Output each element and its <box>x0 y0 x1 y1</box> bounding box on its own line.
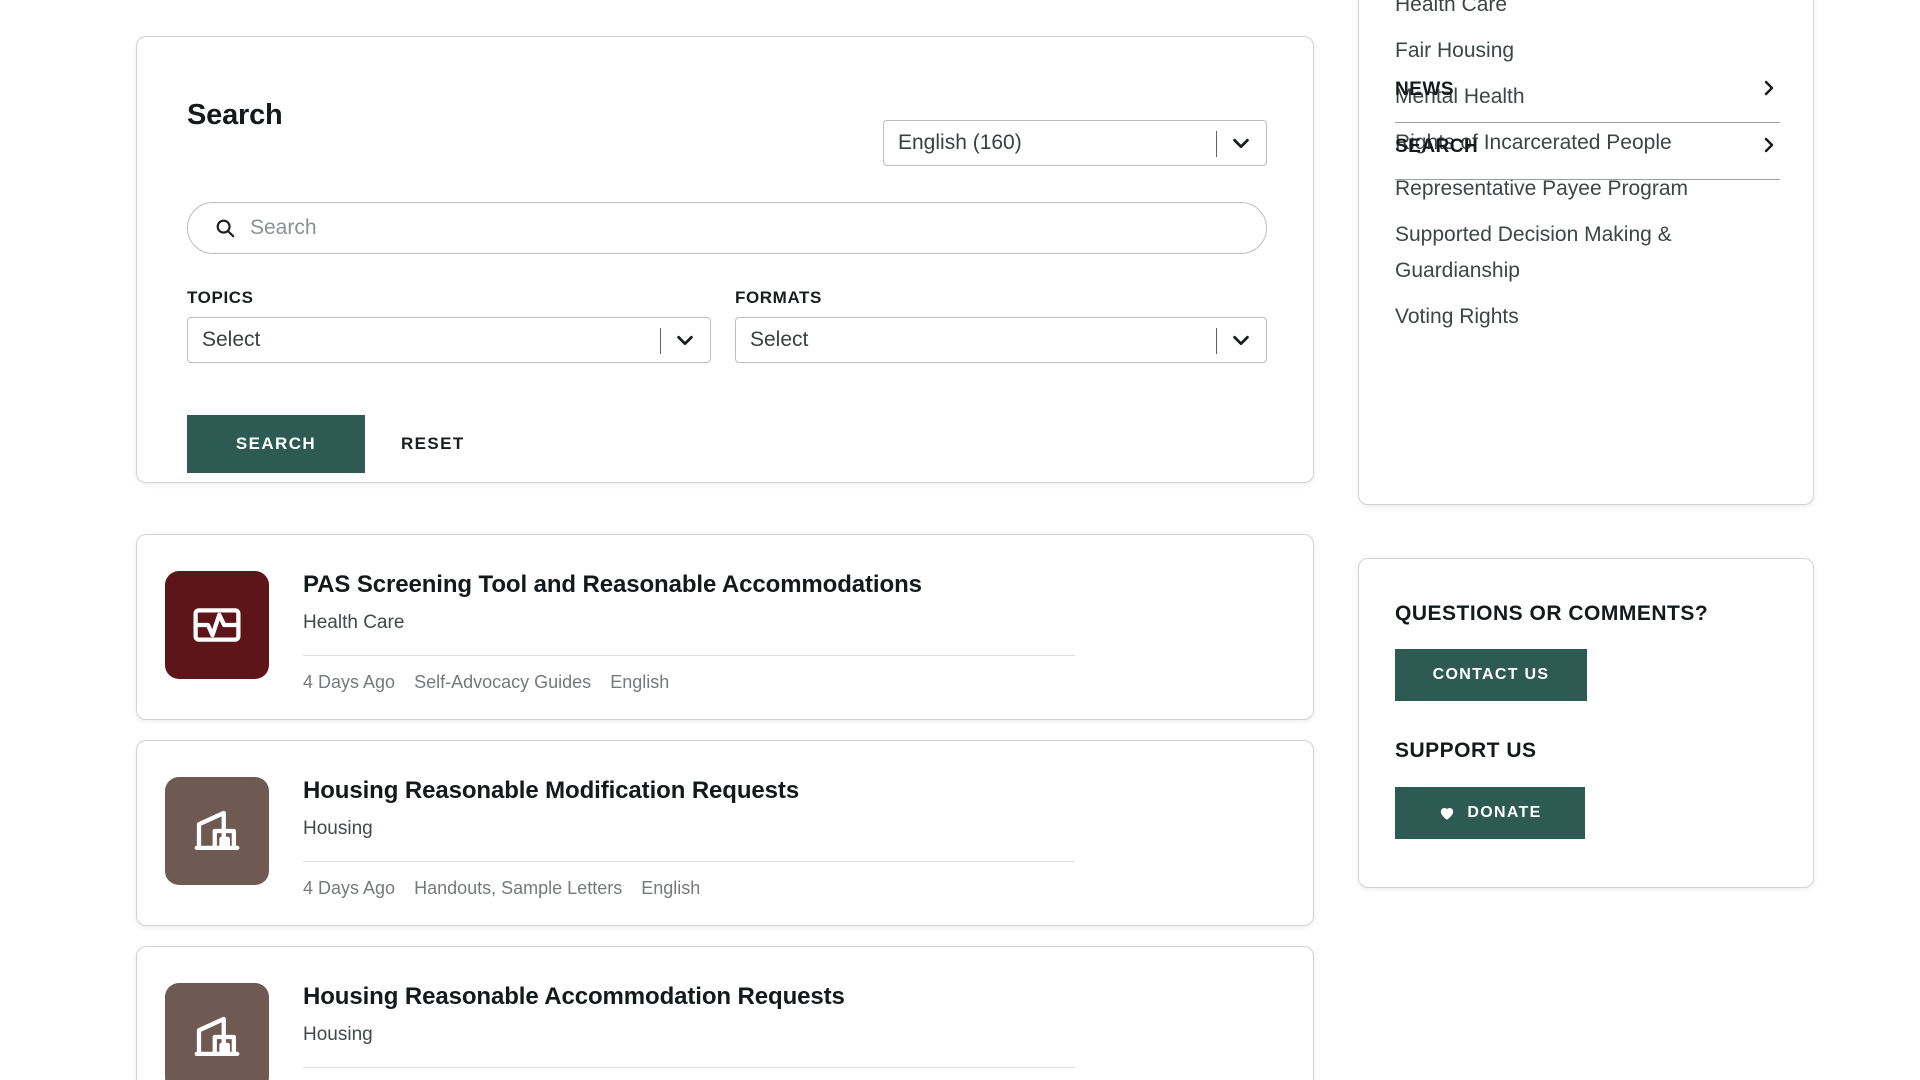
result-meta: 4 Days Ago Self-Advocacy Guides English <box>303 672 683 693</box>
accordion-label: NEWS <box>1395 79 1454 100</box>
chevron-down-icon <box>1230 132 1252 154</box>
health-monitor-icon <box>190 598 244 652</box>
result-topic: Health Care <box>303 612 405 633</box>
result-date: 4 Days Ago <box>303 878 396 898</box>
accordion-label: SEARCH <box>1395 136 1479 157</box>
result-date: 4 Days Ago <box>303 672 396 692</box>
result-topic: Housing <box>303 818 373 839</box>
donate-button-label: DONATE <box>1467 804 1542 821</box>
contact-us-button[interactable]: CONTACT US <box>1395 649 1587 701</box>
search-panel: Search English (160) Search TOPICS Selec… <box>136 36 1314 483</box>
topics-select[interactable]: Select <box>187 317 711 363</box>
sidebar-topic-link[interactable]: Health Care <box>1395 0 1785 23</box>
language-select-value: English (160) <box>898 131 1022 154</box>
formats-select[interactable]: Select <box>735 317 1267 363</box>
result-card[interactable]: Housing Reasonable Accommodation Request… <box>136 946 1314 1080</box>
select-divider <box>1216 328 1217 354</box>
building-icon <box>190 1010 244 1064</box>
result-title[interactable]: Housing Reasonable Modification Requests <box>303 777 799 805</box>
search-icon <box>214 217 236 239</box>
select-divider <box>1216 131 1217 157</box>
chevron-down-icon <box>674 329 696 351</box>
result-card[interactable]: Housing Reasonable Modification Requests… <box>136 740 1314 926</box>
result-language: English <box>610 672 670 692</box>
result-format: Handouts, Sample Letters <box>414 878 623 898</box>
topics-select-value: Select <box>202 328 261 351</box>
accordion-row[interactable]: NEWS <box>1395 79 1780 123</box>
select-divider <box>660 328 661 354</box>
chevron-right-icon <box>1760 79 1778 101</box>
result-icon-wrapper <box>165 777 269 885</box>
support-title: SUPPORT US <box>1395 739 1537 762</box>
result-topic: Housing <box>303 1024 373 1045</box>
accordion-row[interactable]: SEARCH <box>1395 136 1780 180</box>
sidebar-topic-link[interactable]: Fair Housing <box>1395 33 1785 69</box>
language-select[interactable]: English (160) <box>883 120 1267 166</box>
sidebar-topic-link[interactable]: Voting Rights <box>1395 299 1785 335</box>
result-divider <box>303 655 1075 656</box>
formats-select-value: Select <box>750 328 809 351</box>
sidebar-topic-link[interactable]: Supported Decision Making & Guardianship <box>1395 217 1785 289</box>
search-input[interactable] <box>250 203 1266 253</box>
search-panel-heading: Search <box>187 99 283 131</box>
building-icon <box>190 804 244 858</box>
heart-icon <box>1438 804 1456 822</box>
formats-label: FORMATS <box>735 288 822 307</box>
result-divider <box>303 1067 1075 1068</box>
page-root: Search English (160) Search TOPICS Selec… <box>0 0 1920 1080</box>
sidebar-accordion-news[interactable]: NEWS <box>1395 79 1780 123</box>
result-icon-wrapper <box>165 983 269 1080</box>
result-title[interactable]: Housing Reasonable Accommodation Request… <box>303 983 845 1011</box>
topics-label: TOPICS <box>187 288 254 307</box>
result-format: Self-Advocacy Guides <box>414 672 592 692</box>
questions-title: QUESTIONS OR COMMENTS? <box>1395 602 1709 625</box>
result-language: English <box>641 878 701 898</box>
result-meta: 4 Days Ago Handouts, Sample Letters Engl… <box>303 878 714 899</box>
search-input-container[interactable] <box>187 202 1267 254</box>
result-icon-wrapper <box>165 571 269 679</box>
sidebar-topics-card: Health Care Fair Housing Mental Health R… <box>1358 0 1814 505</box>
search-reset-button[interactable]: RESET <box>401 415 465 473</box>
chevron-right-icon <box>1760 136 1778 158</box>
result-divider <box>303 861 1075 862</box>
result-card[interactable]: PAS Screening Tool and Reasonable Accomm… <box>136 534 1314 720</box>
sidebar-accordion-search[interactable]: SEARCH <box>1395 136 1780 180</box>
result-title[interactable]: PAS Screening Tool and Reasonable Accomm… <box>303 571 922 599</box>
chevron-down-icon <box>1230 329 1252 351</box>
donate-button[interactable]: DONATE <box>1395 787 1585 839</box>
search-submit-button[interactable]: SEARCH <box>187 415 365 473</box>
sidebar-contact-card: QUESTIONS OR COMMENTS? CONTACT US SUPPOR… <box>1358 558 1814 888</box>
